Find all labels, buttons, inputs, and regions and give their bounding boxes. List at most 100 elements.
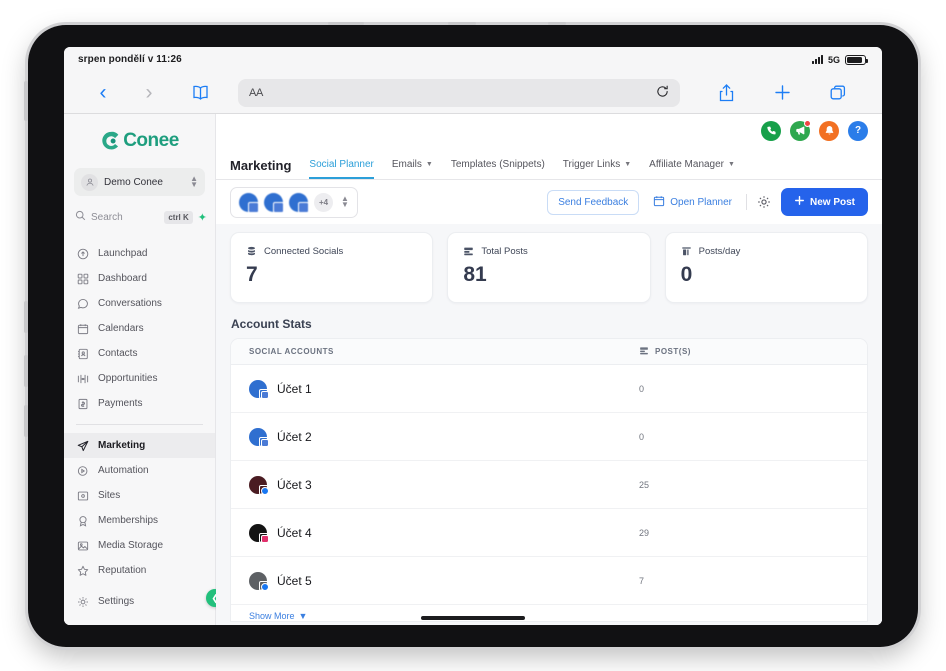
stat-label: Connected Socials xyxy=(264,246,344,257)
sidebar-item-automation[interactable]: Automation xyxy=(64,458,215,483)
sidebar-item-marketing[interactable]: Marketing xyxy=(64,433,215,458)
column-header-social-accounts: SOCIAL ACCOUNTS xyxy=(249,347,334,356)
open-planner-button[interactable]: Open Planner xyxy=(649,189,736,216)
play-circle-icon xyxy=(76,464,89,477)
search-placeholder: Search xyxy=(91,211,123,223)
back-button[interactable]: ‹ xyxy=(80,82,126,103)
post-count: 0 xyxy=(639,431,645,442)
device-side-button xyxy=(24,81,28,121)
new-post-button[interactable]: New Post xyxy=(780,188,868,216)
show-more-button[interactable]: Show More ▼ xyxy=(231,605,867,621)
sidebar-item-memberships[interactable]: Memberships xyxy=(64,508,215,533)
device-top-button xyxy=(548,22,566,25)
tab-label: Social Planner xyxy=(309,159,374,170)
payments-icon xyxy=(76,397,89,410)
device-side-button xyxy=(24,301,28,333)
open-planner-label: Open Planner xyxy=(670,196,732,208)
chevron-updown-icon[interactable]: ▲ ▼ xyxy=(341,194,349,208)
table-row[interactable]: Účet 2 0 xyxy=(231,413,867,461)
new-tab-icon[interactable] xyxy=(754,84,810,101)
network-label: 5G xyxy=(827,54,840,65)
tab-emails[interactable]: Emails ▼ xyxy=(392,159,433,179)
tab-label: Templates (Snippets) xyxy=(450,159,545,170)
sidebar-item-media-storage[interactable]: Media Storage xyxy=(64,533,215,558)
rocket-icon xyxy=(76,247,89,260)
avatar xyxy=(264,192,284,213)
tablet-device-frame: srpen pondělí v 11:26 5G ‹ › AA Conee De… xyxy=(24,22,918,647)
account-name: Účet 3 xyxy=(277,477,312,492)
tab-label: Affiliate Manager xyxy=(649,159,725,170)
search-input[interactable]: Search ctrl K ✦ xyxy=(72,205,207,229)
show-more-label: Show More xyxy=(249,611,295,621)
action-bar-right: Send Feedback Open Planner New Post xyxy=(547,188,868,216)
sidebar-item-opportunities[interactable]: Opportunities xyxy=(64,366,215,391)
sidebar-nav-primary: Launchpad Dashboard Conversations Calend… xyxy=(64,241,215,416)
table-row[interactable]: Účet 5 7 xyxy=(231,557,867,605)
search-icon xyxy=(75,208,86,226)
table-header: SOCIAL ACCOUNTS POST(S) xyxy=(231,339,867,365)
tab-social-planner[interactable]: Social Planner xyxy=(309,159,374,179)
share-icon[interactable] xyxy=(698,83,754,102)
sidebar-item-calendars[interactable]: Calendars xyxy=(64,316,215,341)
avatar xyxy=(289,192,309,213)
device-top-button xyxy=(328,22,364,25)
stack-icon xyxy=(463,246,474,257)
reload-icon[interactable] xyxy=(656,85,669,101)
sidebar-item-label: Automation xyxy=(98,465,149,476)
tab-trigger-links[interactable]: Trigger Links ▼ xyxy=(563,159,631,179)
account-name: Účet 5 xyxy=(277,573,312,588)
sidebar-item-label: Opportunities xyxy=(98,373,158,384)
gear-icon xyxy=(76,595,89,608)
tab-affiliate-manager[interactable]: Affiliate Manager ▼ xyxy=(649,159,735,179)
text-size-button[interactable]: AA xyxy=(249,87,263,99)
calendar-icon xyxy=(76,322,89,335)
table-row[interactable]: Účet 4 29 xyxy=(231,509,867,557)
sidebar-item-dashboard[interactable]: Dashboard xyxy=(64,266,215,291)
send-feedback-button[interactable]: Send Feedback xyxy=(547,189,640,215)
avatar xyxy=(249,523,269,543)
chevron-updown-icon[interactable]: ▲ ▼ xyxy=(190,174,198,188)
address-bar[interactable]: AA xyxy=(238,78,680,107)
announcement-icon[interactable] xyxy=(790,119,811,141)
account-name: Účet 2 xyxy=(277,429,312,444)
table-row[interactable]: Účet 3 25 xyxy=(231,461,867,509)
sparkle-icon[interactable]: ✦ xyxy=(198,211,207,224)
sidebar-item-label: Settings xyxy=(98,596,135,607)
battery-icon xyxy=(845,54,868,65)
notification-badge xyxy=(804,119,811,127)
content-area: Connected Socials 7 Total Posts 81 Posts… xyxy=(216,224,882,625)
status-time: srpen pondělí v 11:26 xyxy=(78,54,182,65)
table-row[interactable]: Účet 1 0 xyxy=(231,365,867,413)
tab-templates-snippets[interactable]: Templates (Snippets) xyxy=(451,159,545,179)
safari-toolbar: ‹ › AA xyxy=(64,72,882,114)
sidebar-item-launchpad[interactable]: Launchpad xyxy=(64,241,215,266)
avatar xyxy=(239,192,259,213)
gear-icon[interactable] xyxy=(757,195,771,209)
sidebar-item-settings[interactable]: Settings xyxy=(64,589,215,614)
avatar xyxy=(249,475,269,495)
connected-accounts-selector[interactable]: +4 ▲ ▼ xyxy=(230,186,358,218)
stat-label: Posts/day xyxy=(698,246,741,257)
column-header-label: POST(S) xyxy=(655,347,691,356)
device-top-button xyxy=(448,22,476,25)
sidebar-item-payments[interactable]: Payments xyxy=(64,391,215,416)
forward-button[interactable]: › xyxy=(126,82,172,103)
tabs-overview-icon[interactable] xyxy=(810,85,866,101)
notifications-bell-icon[interactable] xyxy=(819,120,839,141)
sites-icon xyxy=(76,489,89,502)
sidebar-item-conversations[interactable]: Conversations xyxy=(64,291,215,316)
stat-value: 7 xyxy=(246,263,258,286)
sidebar-item-sites[interactable]: Sites xyxy=(64,483,215,508)
stat-card-total-posts: Total Posts 81 xyxy=(447,232,651,303)
phone-icon[interactable] xyxy=(761,120,781,141)
help-icon[interactable]: ? xyxy=(848,120,868,141)
chevron-down-icon: ▼ xyxy=(298,611,308,621)
column-header-posts: POST(S) xyxy=(639,346,849,358)
sidebar-item-label: Contacts xyxy=(98,348,138,359)
app-logo[interactable]: Conee xyxy=(64,118,215,164)
sidebar-item-contacts[interactable]: Contacts xyxy=(64,341,215,366)
workspace-switcher[interactable]: Demo Conee ▲ ▼ xyxy=(74,168,205,196)
device-side-button xyxy=(24,405,28,437)
sidebar-item-reputation[interactable]: Reputation xyxy=(64,558,215,583)
bookmarks-icon[interactable] xyxy=(172,85,228,100)
